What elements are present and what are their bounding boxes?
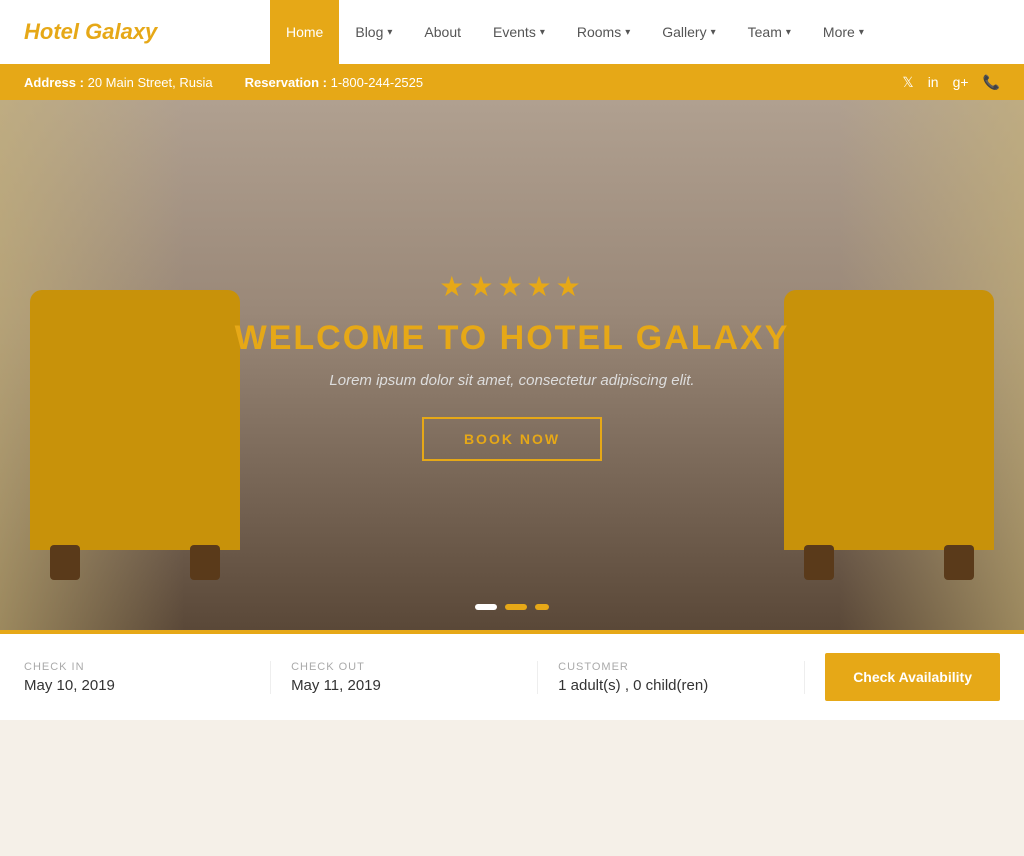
nav-item-rooms[interactable]: Rooms ▾ [561, 0, 646, 64]
twitter-icon[interactable]: 𝕏 [902, 74, 913, 91]
nav-item-team[interactable]: Team ▾ [732, 0, 807, 64]
checkin-field[interactable]: CHECK IN May 10, 2019 [24, 661, 271, 694]
hero-section: ★★★★★ WELCOME TO HOTEL GALAXY Lorem ipsu… [0, 100, 1024, 630]
star-rating: ★★★★★ [235, 270, 790, 303]
book-now-button[interactable]: BOOK NOW [422, 417, 602, 461]
checkout-field[interactable]: CHECK OUT May 11, 2019 [271, 661, 538, 694]
logo-area: Hotel Galaxy [0, 0, 270, 64]
chevron-down-icon: ▾ [859, 27, 864, 38]
skype-icon[interactable]: 📞 [983, 74, 1000, 91]
info-bar: Address : 20 Main Street, Rusia Reservat… [0, 64, 1024, 100]
footer-area [0, 720, 1024, 760]
main-nav: Home Blog ▾ About Events ▾ Rooms ▾ Galle… [270, 0, 1024, 64]
slider-dot-3[interactable] [535, 604, 549, 610]
nav-item-about[interactable]: About [408, 0, 477, 64]
address-info: Address : 20 Main Street, Rusia [24, 75, 213, 90]
social-links:  𝕏 in g+ 📞 [888, 74, 1000, 91]
hero-title: WELCOME TO HOTEL GALAXY [235, 319, 790, 358]
booking-bar: CHECK IN May 10, 2019 CHECK OUT May 11, … [0, 630, 1024, 720]
googleplus-icon[interactable]: g+ [953, 74, 969, 90]
hero-content: ★★★★★ WELCOME TO HOTEL GALAXY Lorem ipsu… [235, 270, 790, 461]
nav-item-gallery[interactable]: Gallery ▾ [646, 0, 731, 64]
chevron-down-icon: ▾ [625, 27, 630, 38]
chevron-down-icon: ▾ [540, 27, 545, 38]
nav-item-blog[interactable]: Blog ▾ [339, 0, 408, 64]
nav-item-events[interactable]: Events ▾ [477, 0, 561, 64]
slider-dot-1[interactable] [475, 604, 497, 610]
site-logo[interactable]: Hotel Galaxy [24, 19, 157, 45]
site-header: Hotel Galaxy Home Blog ▾ About Events ▾ … [0, 0, 1024, 100]
chevron-down-icon: ▾ [387, 27, 392, 38]
nav-item-home[interactable]: Home [270, 0, 339, 64]
customer-field[interactable]: CUSTOMER 1 adult(s) , 0 child(ren) [538, 661, 805, 694]
chair-left-decoration [30, 290, 240, 550]
chair-right-decoration [784, 290, 994, 550]
chevron-down-icon: ▾ [786, 27, 791, 38]
reservation-info: Reservation : 1-800-244-2525 [245, 75, 424, 90]
contact-info: Address : 20 Main Street, Rusia Reservat… [24, 75, 423, 90]
hero-subtitle: Lorem ipsum dolor sit amet, consectetur … [235, 372, 790, 389]
slider-dots [475, 604, 549, 610]
linkedin-icon[interactable]: in [928, 74, 939, 90]
nav-item-more[interactable]: More ▾ [807, 0, 880, 64]
slider-dot-2[interactable] [505, 604, 527, 610]
chevron-down-icon: ▾ [711, 27, 716, 38]
check-availability-button[interactable]: Check Availability [825, 653, 1000, 701]
